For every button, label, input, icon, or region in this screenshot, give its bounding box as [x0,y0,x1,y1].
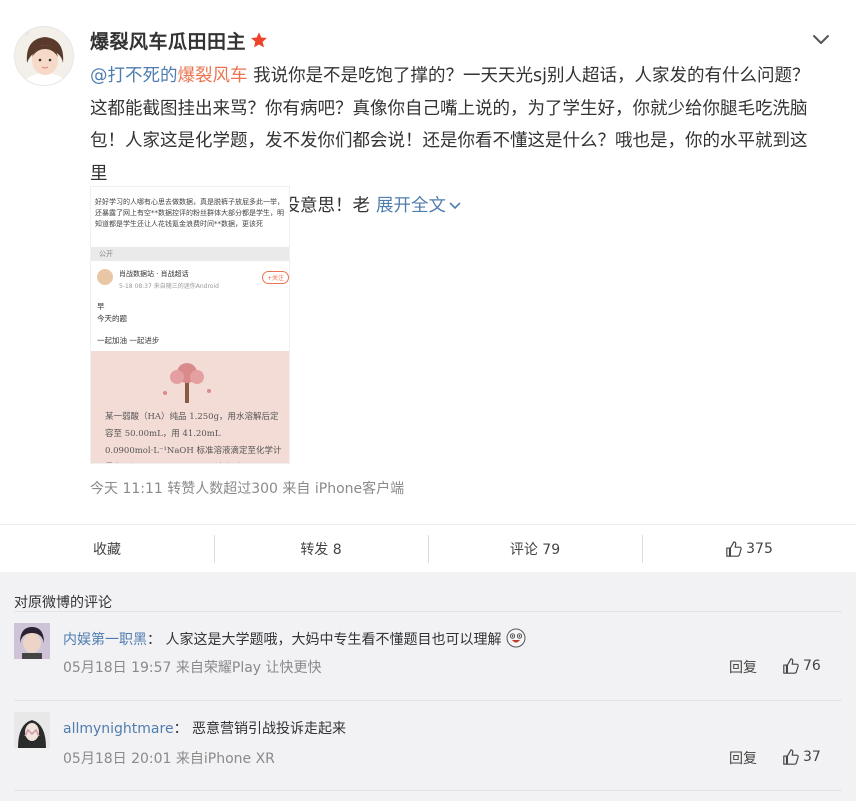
image-profile-row: 肖战数据站 · 肖战超话 5-18 08:37 来自随三的迷你Android +… [91,261,289,297]
comment-like-button[interactable]: 37 [782,748,821,766]
thumbs-up-icon [783,749,799,765]
comment-button[interactable]: 评论 79 [428,525,642,572]
like-count: 375 [746,540,773,557]
image-profile-name: 肖战数据站 · 肖战超话 [119,270,189,278]
commenter-avatar[interactable] [14,712,50,748]
favorite-label: 收藏 [93,541,121,558]
repost-label: 转发 8 [300,541,342,558]
post-meta: 今天 11:11 转赞人数超过300 来自 iPhone客户端 [90,481,405,497]
comments-section-title: 对原微博的评论 [14,595,112,611]
mention-link[interactable]: @打不死的爆裂风车 [90,66,248,86]
reply-button[interactable]: 回复 [729,748,757,768]
image-top-text-block: 好好学习的人哪有心思去做数据，真是脱裤子放屁多此一举，还暴露了网上有空**数据控… [91,187,289,247]
author-avatar[interactable]: ♡ ♡ [14,26,74,86]
post-image[interactable]: 好好学习的人哪有心思去做数据，真是脱裤子放屁多此一举，还暴露了网上有空**数据控… [90,186,290,464]
image-line-b: 今天的题 [97,314,127,323]
comments-divider [14,611,842,612]
tree-illustration-icon [163,363,211,403]
like-button[interactable]: 375 [642,525,856,572]
image-line-a: 早 [97,302,105,311]
mention-highlight: 爆裂风车 [177,66,248,86]
thumbs-up-icon [726,540,742,557]
image-profile-sub: 5-18 08:37 来自随三的迷你Android [119,283,219,290]
post-action-bar: 收藏 转发 8 评论 79 375 [0,524,856,572]
comment-separator [14,790,842,791]
comment-separator [14,700,842,701]
laughing-emoji-icon [506,628,526,648]
comment-body: allmynightmare： 恶意营销引战投诉走起来 [63,718,346,738]
image-question-card: 某一弱酸（HA）纯品 1.250g，用水溶解后定容至 50.00mL，用 41.… [91,351,289,463]
comment-like-count: 37 [803,749,821,765]
favorite-button[interactable]: 收藏 [0,525,214,572]
reply-button[interactable]: 回复 [729,657,757,677]
post-line-1: 我说你是不是吃饱了撑的？一天天光sj别人超话，人家发的有什么问题？ [247,66,810,86]
comment-meta: 05月18日 20:01 来自iPhone XR [63,751,275,767]
comment-like-button[interactable]: 76 [782,657,821,675]
comment-label: 评论 79 [509,541,561,558]
post-line-2: 这都能截图挂出来骂？你有病吧？真像你自己嘴上说的，为了学生好，你就少给你腿毛吃洗… [90,98,808,119]
post-line-3: 包！人家这是化学题，发不发你们都会说！还是你看不懂这是什么？哦也是，你的水平就到… [90,131,808,184]
image-profile-avatar [97,269,113,285]
comment-meta: 05月18日 19:57 来自荣耀Play 让快更快 [63,660,322,676]
commenter-avatar[interactable] [14,623,50,659]
expand-full-text-link[interactable]: 展开全文 [376,196,462,216]
comment-text: ： 恶意营销引战投诉走起来 [173,721,347,737]
thumbs-up-icon [783,658,799,674]
expand-chevron-icon [449,202,461,210]
image-question-text: 某一弱酸（HA）纯品 1.250g，用水溶解后定容至 50.00mL，用 41.… [105,412,282,456]
weibo-post-card: ♡ ♡ 爆裂风车瓜田田主 @打不死的爆裂风车 我说你是不是吃饱了撑的？一天天光s… [0,0,856,572]
commenter-name[interactable]: allmynightmare [63,721,174,737]
commenter-name[interactable]: 内娱第一职黑 [63,632,147,648]
image-line-c: 一起加油 一起进步 [97,336,160,345]
image-top-text: 好好学习的人哪有心思去做数据，真是脱裤子放屁多此一举，还暴露了网上有空**数据控… [95,198,284,228]
chevron-down-icon[interactable] [812,32,830,46]
svg-text:♡ ♡: ♡ ♡ [19,32,30,38]
comment-like-count: 76 [803,658,821,674]
repost-button[interactable]: 转发 8 [214,525,428,572]
author-name[interactable]: 爆裂风车瓜田田主 [90,27,246,54]
image-public-bar: 公开 [91,247,289,261]
comment-text: ： 人家这是大学题哦，大妈中专生看不懂题目也可以理解 [147,632,502,648]
image-follow-label: +关注 [261,271,289,284]
comment-body: 内娱第一职黑： 人家这是大学题哦，大妈中专生看不懂题目也可以理解 [63,628,526,649]
image-bar-label: 公开 [99,250,113,258]
author-row: 爆裂风车瓜田田主 [90,26,268,54]
star-badge-icon [250,31,268,49]
